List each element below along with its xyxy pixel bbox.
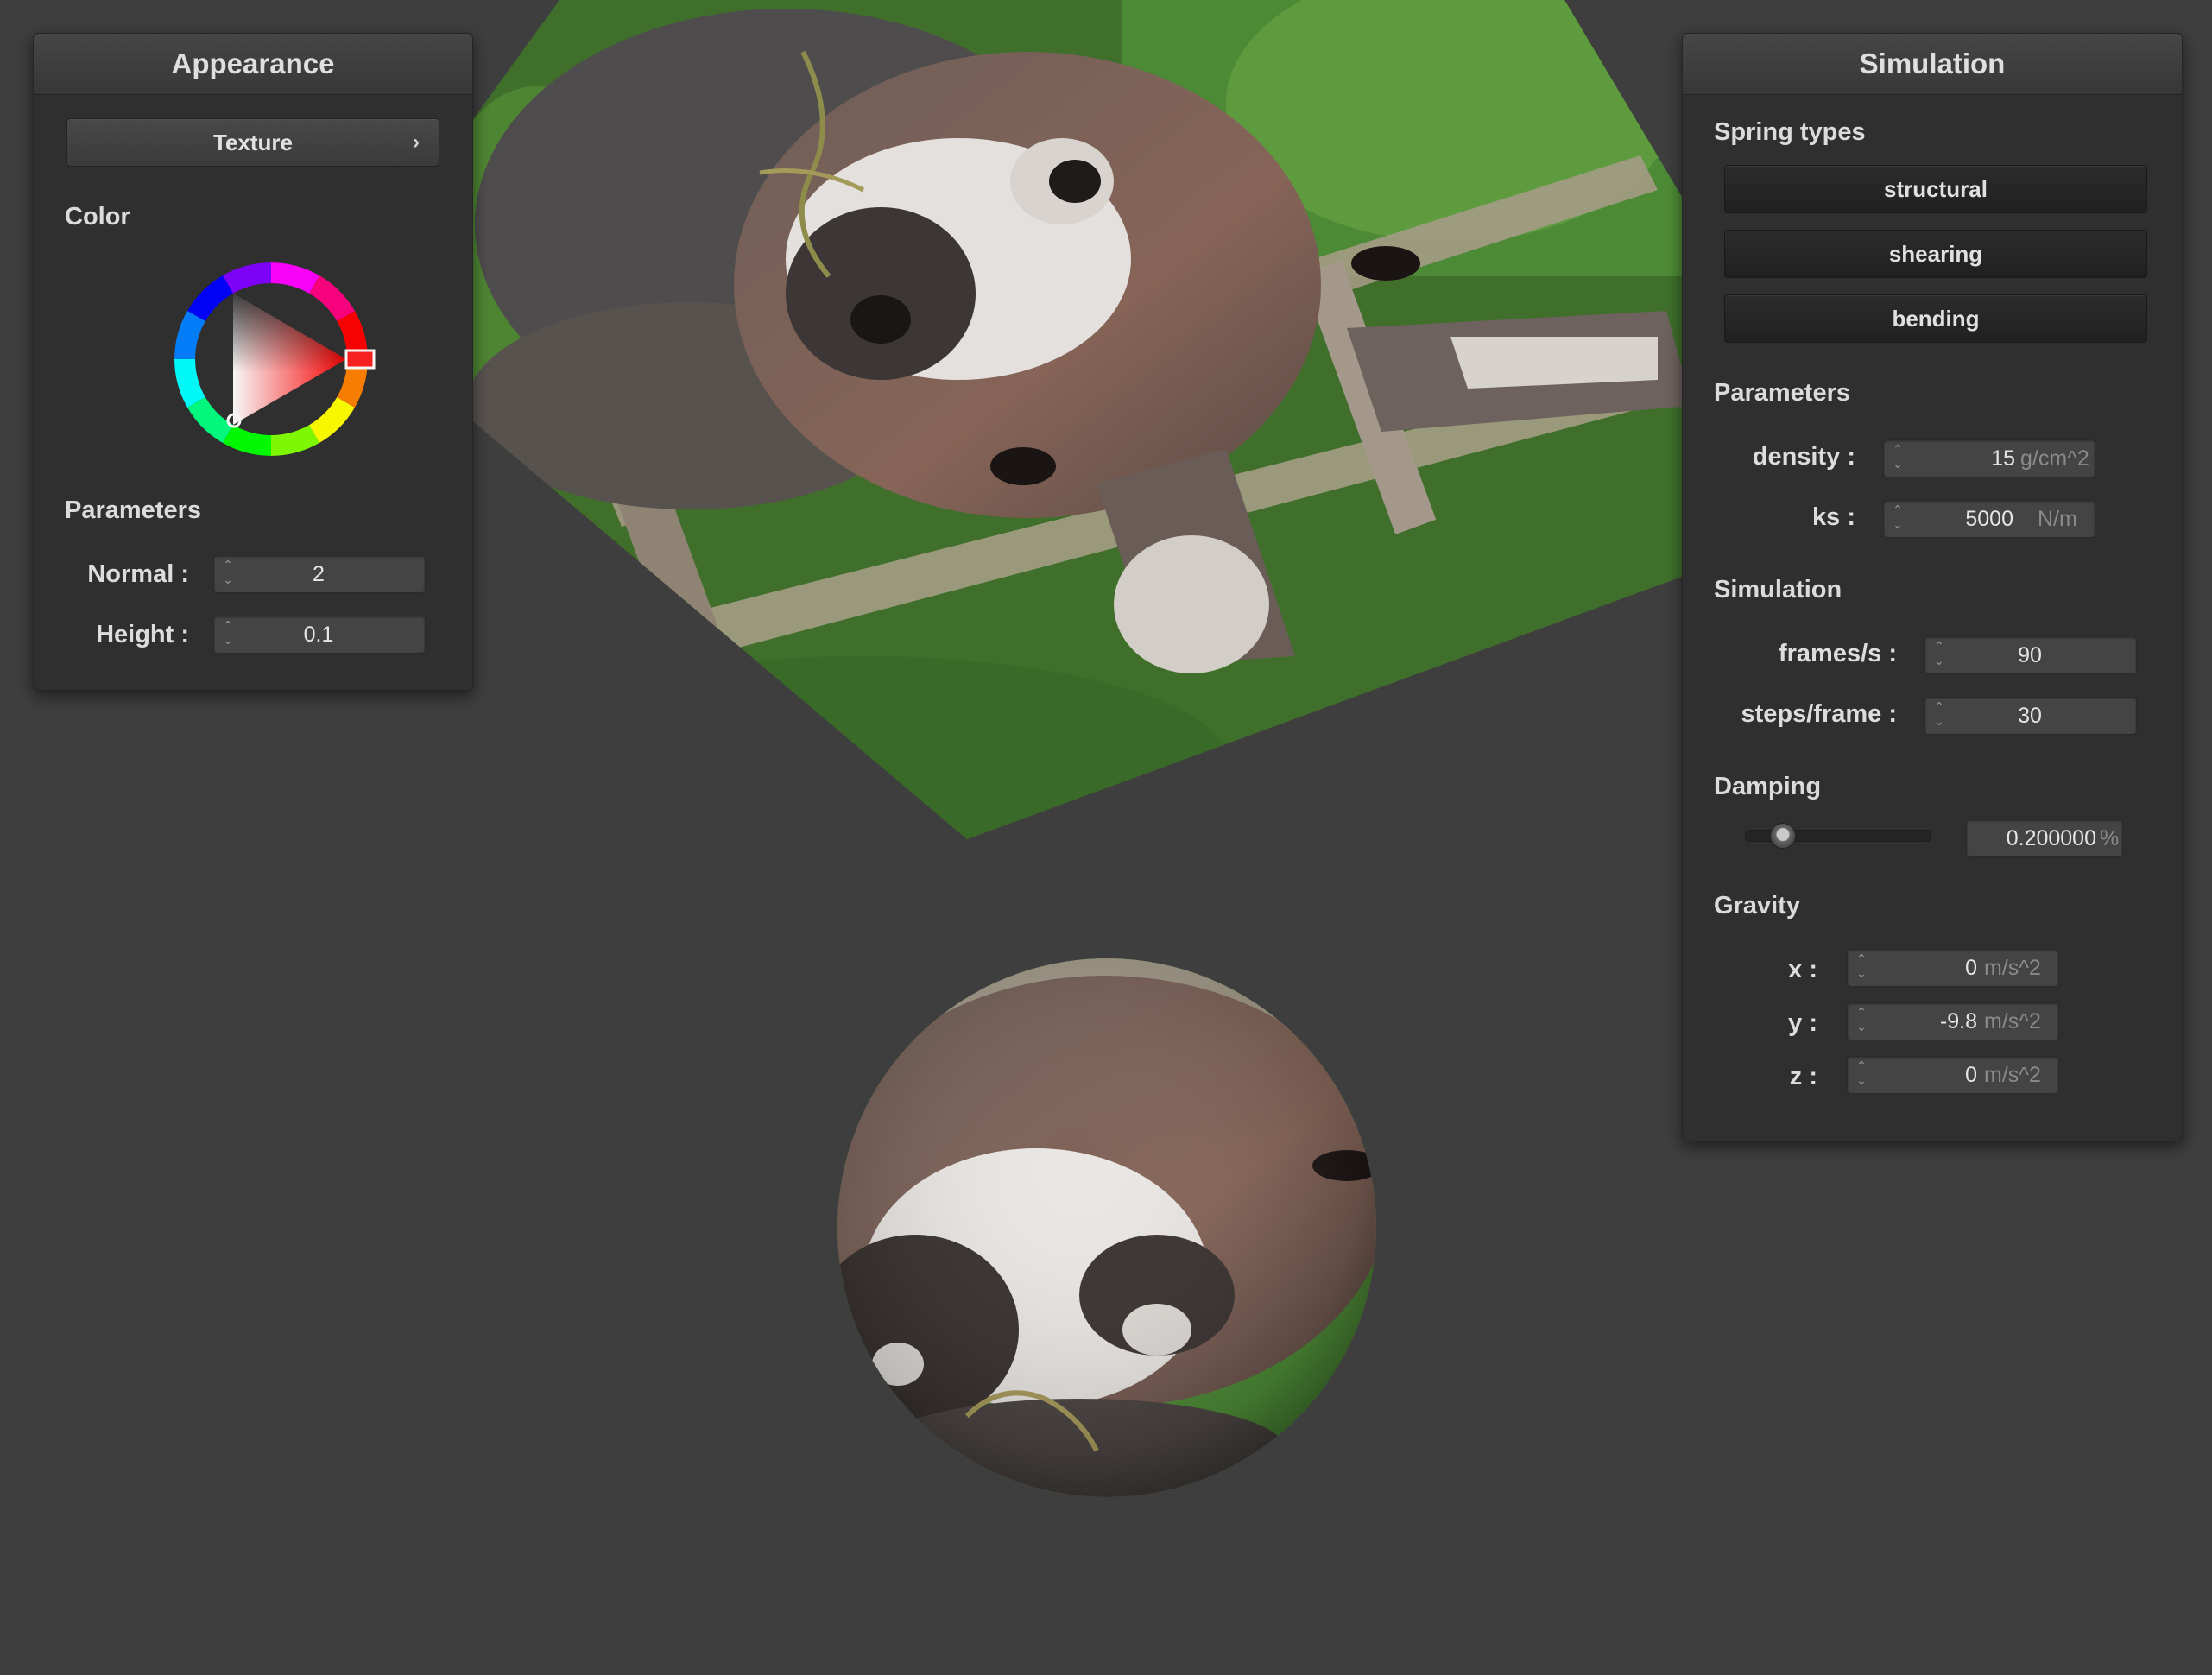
gravity-z-input[interactable]: ⌃ ⌄ 0 m/s^2 [1847, 1056, 2059, 1094]
gravity-z-label: z : [1789, 1063, 1817, 1090]
appearance-panel-title: Appearance [34, 34, 472, 95]
spinner-arrows-icon[interactable]: ⌃ ⌄ [1889, 442, 1906, 475]
gravity-z-unit: m/s^2 [1984, 1063, 2041, 1087]
bending-button[interactable]: bending [1724, 294, 2147, 343]
damping-unit: % [2100, 826, 2120, 850]
ks-label: ks : [1812, 503, 1855, 531]
steps-value: 30 [2018, 704, 2042, 728]
density-value: 15 [1991, 446, 2015, 471]
damping-input[interactable]: 0.200000 % [1966, 819, 2123, 857]
color-wheel[interactable] [163, 251, 379, 467]
ks-input[interactable]: ⌃ ⌄ 5000 N/m [1883, 500, 2095, 538]
texture-button[interactable]: Texture › [66, 118, 439, 167]
gravity-y-unit: m/s^2 [1984, 1009, 2041, 1033]
spinner-arrows-icon[interactable]: ⌃ ⌄ [1853, 951, 1870, 984]
height-value: 0.1 [303, 623, 334, 647]
spinner-arrows-icon[interactable]: ⌃ ⌄ [1853, 1005, 1870, 1038]
structural-button[interactable]: structural [1724, 165, 2147, 213]
simulation-panel: Simulation Spring types structural shear… [1682, 33, 2183, 1141]
cloth-mesh [473, 0, 1682, 839]
ks-unit: N/m [2038, 507, 2077, 531]
simulation-panel-title: Simulation [1683, 34, 2182, 95]
appearance-panel: Appearance Texture › Color Parameters No… [33, 33, 473, 691]
appearance-params-title: Parameters [65, 496, 201, 524]
spinner-arrows-icon[interactable]: ⌃ ⌄ [219, 618, 237, 651]
fps-label: frames/s : [1778, 640, 1897, 667]
damping-slider-handle[interactable] [1769, 823, 1796, 849]
spinner-arrows-icon[interactable]: ⌃ ⌄ [1931, 699, 1948, 732]
normal-input[interactable]: ⌃ ⌄ 2 [213, 555, 426, 593]
gravity-y-value: -9.8 [1939, 1009, 1977, 1033]
damping-title: Damping [1714, 773, 1822, 800]
gravity-x-label: x : [1788, 956, 1817, 983]
shearing-button[interactable]: shearing [1724, 230, 2147, 278]
gravity-x-value: 0 [1965, 956, 1977, 980]
gravity-x-input[interactable]: ⌃ ⌄ 0 m/s^2 [1847, 949, 2059, 987]
height-label: Height : [96, 621, 189, 648]
spinner-arrows-icon[interactable]: ⌃ ⌄ [1889, 502, 1906, 535]
normal-label: Normal : [87, 560, 189, 588]
gravity-y-label: y : [1788, 1009, 1817, 1037]
spinner-arrows-icon[interactable]: ⌃ ⌄ [1931, 639, 1948, 672]
density-input[interactable]: ⌃ ⌄ 15 g/cm^2 [1883, 439, 2095, 477]
hue-marker[interactable] [344, 349, 376, 370]
damping-value: 0.200000 [2006, 826, 2096, 850]
texture-button-label: Texture [213, 130, 293, 155]
chevron-right-icon: › [413, 130, 420, 154]
sphere-mesh [837, 958, 1376, 1497]
density-label: density : [1752, 443, 1855, 471]
density-unit: g/cm^2 [2020, 446, 2089, 471]
gravity-y-input[interactable]: ⌃ ⌄ -9.8 m/s^2 [1847, 1002, 2059, 1040]
sim-params-title: Parameters [1714, 379, 1850, 407]
steps-input[interactable]: ⌃ ⌄ 30 [1924, 697, 2137, 735]
normal-value: 2 [313, 562, 325, 586]
fps-input[interactable]: ⌃ ⌄ 90 [1924, 636, 2137, 674]
height-input[interactable]: ⌃ ⌄ 0.1 [213, 616, 426, 654]
gravity-title: Gravity [1714, 892, 1800, 920]
fps-value: 90 [2018, 643, 2042, 667]
gravity-x-unit: m/s^2 [1984, 956, 2041, 980]
spring-types-title: Spring types [1714, 118, 1866, 146]
ks-value: 5000 [1965, 507, 2013, 531]
color-section-title: Color [65, 203, 130, 231]
gravity-z-value: 0 [1965, 1063, 1977, 1087]
spinner-arrows-icon[interactable]: ⌃ ⌄ [219, 558, 237, 591]
sim-simulation-title: Simulation [1714, 576, 1842, 604]
spinner-arrows-icon[interactable]: ⌃ ⌄ [1853, 1059, 1870, 1091]
steps-label: steps/frame : [1741, 700, 1897, 728]
